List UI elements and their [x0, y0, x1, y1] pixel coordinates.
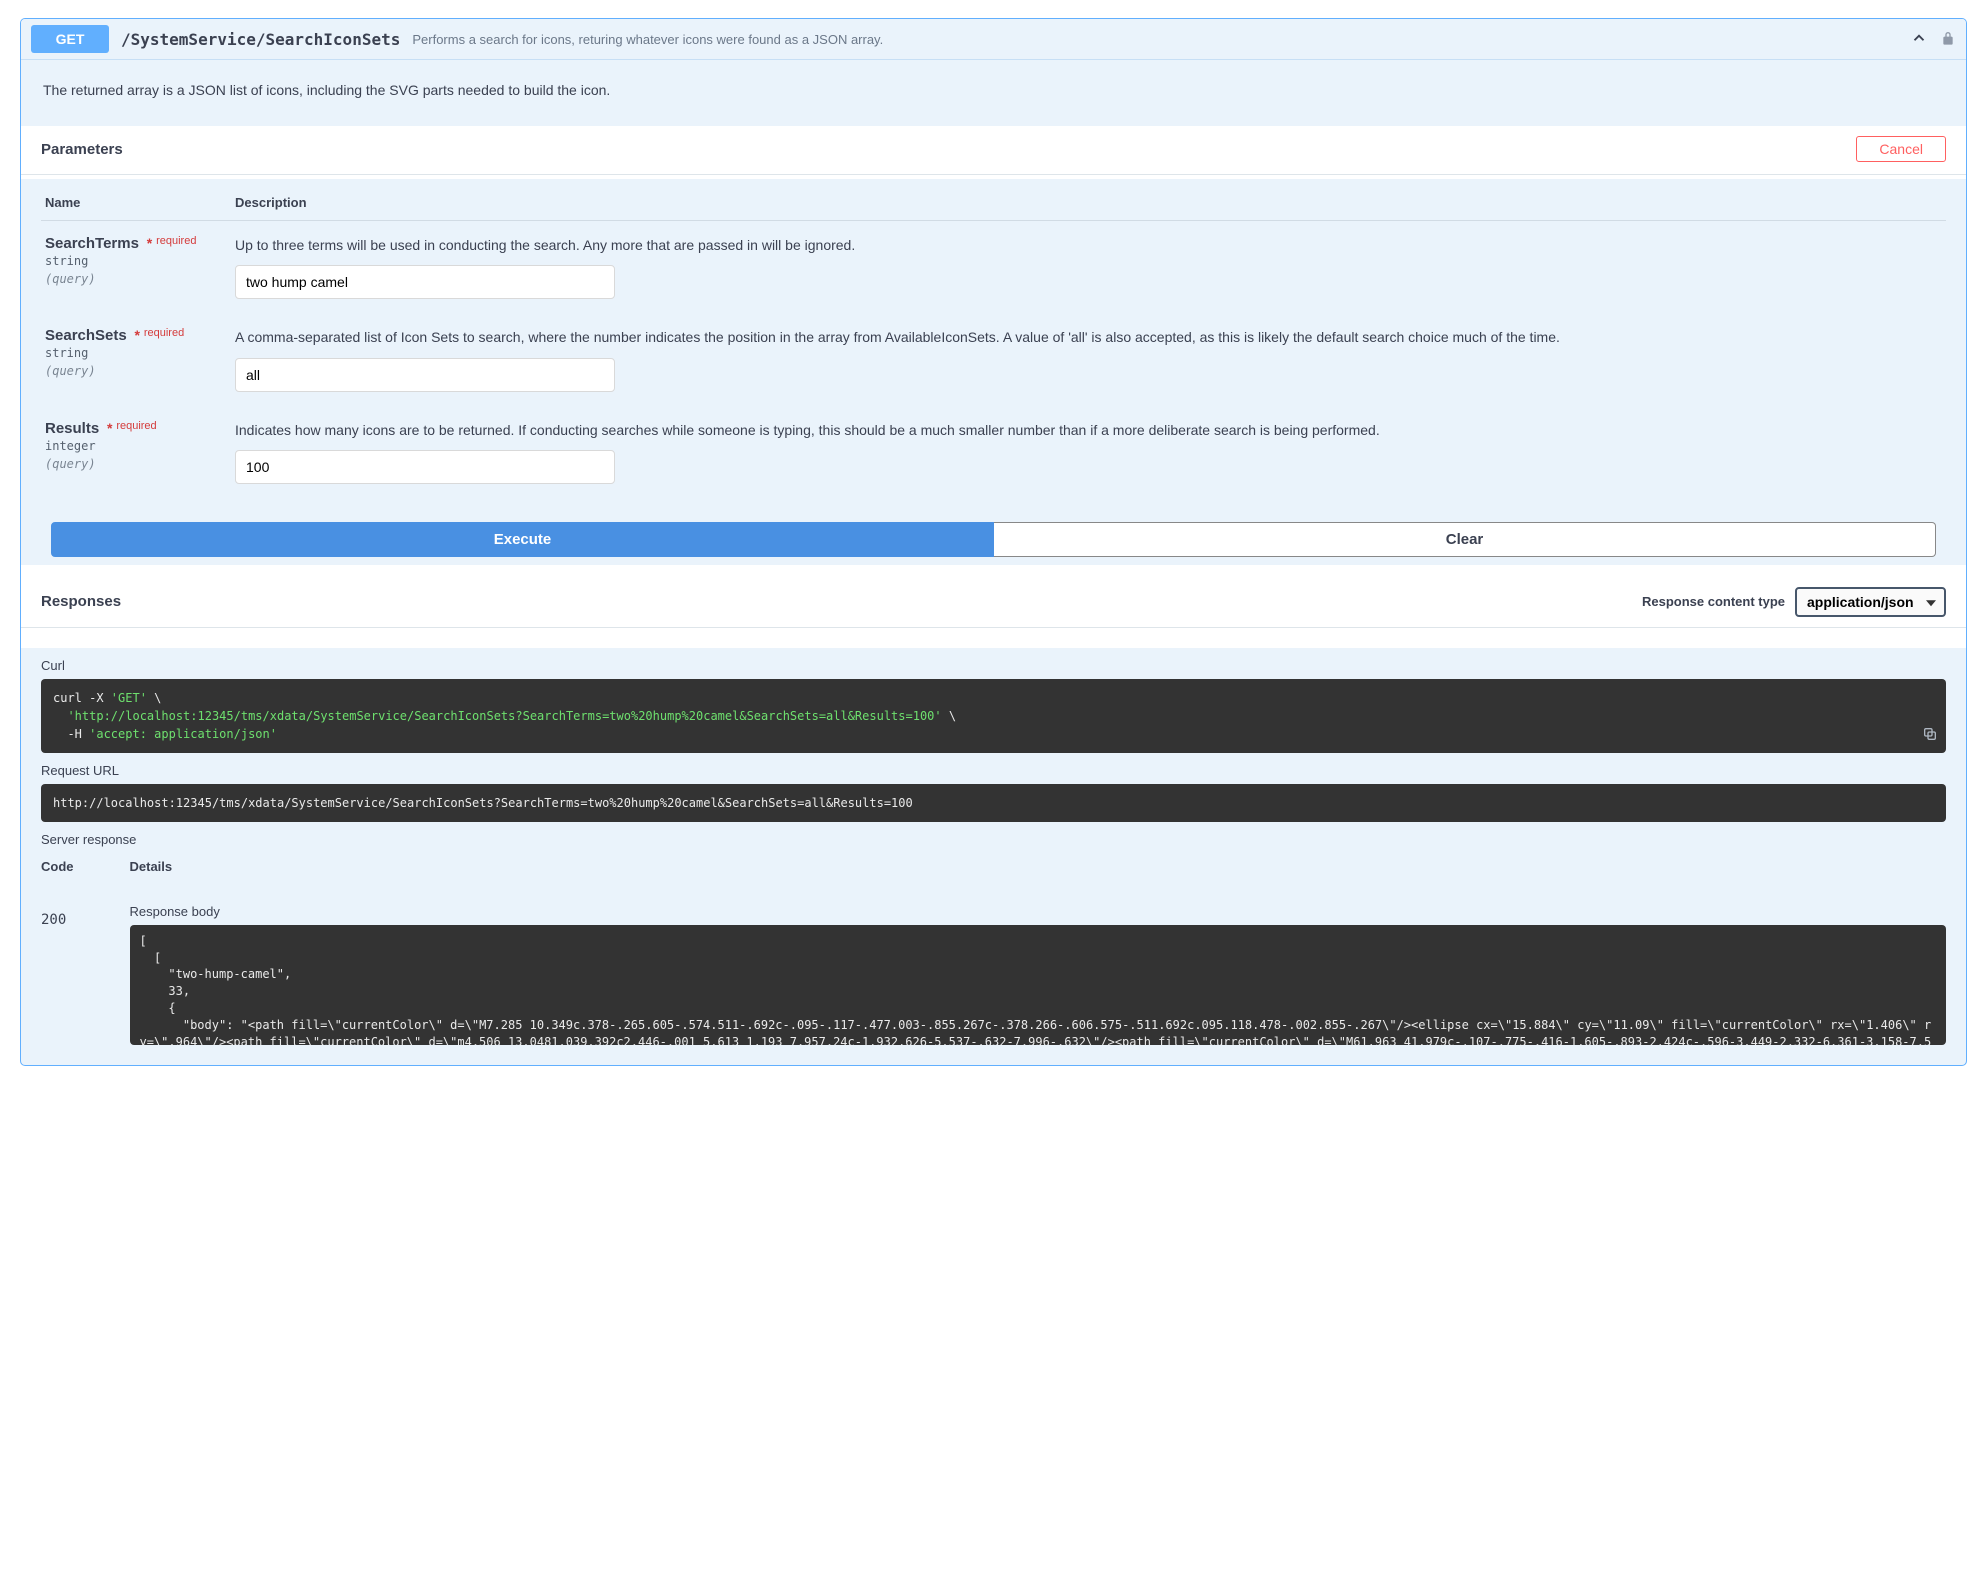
response-body-block[interactable]: [ [ "two-hump-camel", 33, { "body": "<pa…	[130, 925, 1947, 1045]
param-input-results[interactable]	[235, 450, 615, 484]
request-url-block: http://localhost:12345/tms/xdata/SystemS…	[41, 784, 1946, 822]
endpoint-summary: Performs a search for icons, returing wh…	[412, 32, 883, 47]
status-code: 200	[41, 882, 74, 928]
code-column-header: Code	[41, 859, 74, 882]
operation-body: The returned array is a JSON list of ico…	[21, 60, 1966, 1065]
parameters-header-bar: Parameters Cancel	[21, 126, 1966, 175]
parameters-title: Parameters	[41, 141, 123, 158]
param-row-results: Results * required integer (query) Indic…	[41, 406, 1946, 498]
param-in: (query)	[45, 455, 227, 473]
param-col-desc-header: Description	[231, 185, 1946, 221]
param-in: (query)	[45, 270, 227, 288]
param-description: Indicates how many icons are to be retur…	[235, 420, 1942, 440]
param-name: SearchTerms	[45, 235, 139, 252]
curl-label: Curl	[41, 658, 1946, 673]
response-table: Code 200 Details Response body [ [ "two-…	[41, 859, 1946, 1045]
parameters-table: Name Description SearchTerms * required …	[41, 185, 1946, 498]
responses-title: Responses	[41, 593, 121, 610]
param-type: integer	[45, 437, 227, 455]
operation-block: GET /SystemService/SearchIconSets Perfor…	[20, 18, 1967, 1066]
copy-icon[interactable]	[1922, 726, 1938, 747]
param-description: Up to three terms will be used in conduc…	[235, 235, 1942, 255]
endpoint-description: The returned array is a JSON list of ico…	[43, 82, 1944, 98]
param-col-name-header: Name	[41, 185, 231, 221]
response-body-label: Response body	[130, 904, 1947, 919]
param-type: string	[45, 344, 227, 362]
endpoint-path: /SystemService/SearchIconSets	[121, 30, 400, 49]
clear-button[interactable]: Clear	[994, 522, 1936, 557]
actions-row: Execute Clear	[51, 522, 1936, 557]
param-row-searchterms: SearchTerms * required string (query) Up…	[41, 221, 1946, 314]
http-method-badge: GET	[31, 25, 109, 53]
responses-header-bar: Responses Response content type applicat…	[21, 565, 1966, 628]
required-label: required	[156, 235, 196, 247]
server-response-label: Server response	[41, 832, 1946, 847]
operation-header[interactable]: GET /SystemService/SearchIconSets Perfor…	[21, 19, 1966, 60]
details-column-header: Details	[130, 859, 1947, 882]
param-input-searchterms[interactable]	[235, 265, 615, 299]
cancel-button[interactable]: Cancel	[1856, 136, 1946, 162]
param-input-searchsets[interactable]	[235, 358, 615, 392]
param-in: (query)	[45, 362, 227, 380]
param-row-searchsets: SearchSets * required string (query) A c…	[41, 313, 1946, 405]
content-type-label: Response content type	[1642, 594, 1785, 609]
chevron-up-icon[interactable]	[1910, 29, 1928, 50]
execute-button[interactable]: Execute	[51, 522, 994, 557]
required-label: required	[144, 327, 184, 339]
param-type: string	[45, 252, 227, 270]
required-label: required	[116, 420, 156, 432]
required-star-icon: *	[131, 327, 140, 343]
param-name: SearchSets	[45, 327, 127, 344]
request-url-label: Request URL	[41, 763, 1946, 778]
required-star-icon: *	[143, 235, 152, 251]
param-name: Results	[45, 420, 99, 437]
required-star-icon: *	[103, 420, 112, 436]
content-type-select[interactable]: application/json	[1795, 587, 1946, 617]
lock-icon[interactable]	[1940, 30, 1956, 49]
param-description: A comma-separated list of Icon Sets to s…	[235, 327, 1942, 347]
curl-code-block: curl -X 'GET' \ 'http://localhost:12345/…	[41, 679, 1946, 753]
